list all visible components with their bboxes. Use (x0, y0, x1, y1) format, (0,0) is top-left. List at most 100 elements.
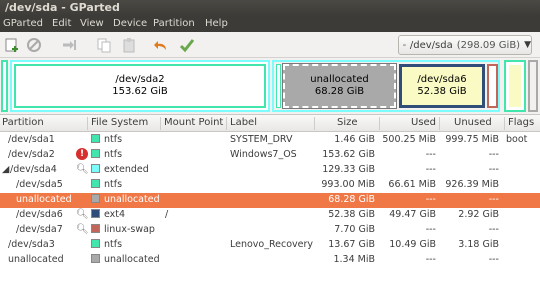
row-used: 66.61 MiB (388, 179, 436, 190)
map-sda2[interactable]: /dev/sda2 153.62 GiB (10, 60, 270, 112)
table-row[interactable]: /dev/sda3 ntfs Lenovo_Recovery 13.67 GiB 10.… (0, 238, 540, 253)
row-size: 68.28 GiB (328, 194, 375, 205)
paste-icon (123, 38, 135, 53)
search-icon: 🔍︎ (76, 209, 89, 220)
table-row[interactable]: /dev/sda6 🔍︎ ext4 / 52.38 GiB 49.47 GiB 2.92 G… (0, 208, 540, 223)
map-unalloc-name: unallocated (310, 74, 369, 85)
table-row[interactable]: unallocated unallocated 1.34 MiB --- --- (0, 253, 540, 268)
col-flags[interactable]: Flags (508, 117, 534, 128)
apply-icon (179, 39, 195, 53)
map-sda3[interactable] (504, 60, 526, 112)
row-size: 1.34 MiB (333, 254, 375, 265)
map-sda7[interactable] (487, 64, 498, 108)
fs-color-swatch (91, 179, 100, 188)
row-filesystem: ntfs (104, 134, 123, 145)
expander-icon[interactable]: ◢ (2, 164, 9, 175)
title-bar: /dev/sda - GParted (0, 0, 540, 16)
menu-gparted[interactable]: GParted (3, 18, 43, 29)
row-flags: boot (506, 134, 528, 145)
row-filesystem: extended (104, 164, 149, 175)
row-filesystem: ntfs (104, 149, 123, 160)
menu-device[interactable]: Device (113, 18, 147, 29)
col-used[interactable]: Used (411, 117, 436, 128)
fs-color-swatch (91, 239, 100, 248)
map-sda6-name: /dev/sda6 (417, 74, 467, 85)
fs-color-swatch (91, 134, 100, 143)
menu-view[interactable]: View (80, 18, 104, 29)
row-used: --- (425, 254, 436, 265)
window-title: /dev/sda - GParted (5, 1, 120, 14)
row-unused: --- (488, 224, 499, 235)
col-size[interactable]: Size (337, 117, 358, 128)
col-unused[interactable]: Unused (454, 117, 492, 128)
col-mount-point[interactable]: Mount Point (164, 117, 223, 128)
row-partition: /dev/sda7 (16, 224, 63, 235)
table-row[interactable]: /dev/sda1 ntfs SYSTEM_DRV 1.46 GiB 500.25 Mi… (0, 133, 540, 148)
row-used: 500.25 MiB (382, 134, 436, 145)
apply-button[interactable] (178, 36, 196, 54)
map-sda1[interactable] (1, 60, 8, 112)
row-label: Lenovo_Recovery (230, 239, 314, 250)
menu-help[interactable]: Help (205, 18, 228, 29)
fs-color-swatch (91, 209, 100, 218)
row-size: 7.70 GiB (334, 224, 375, 235)
row-unused: --- (488, 164, 499, 175)
map-sda6[interactable]: /dev/sda6 52.38 GiB (399, 64, 485, 108)
row-filesystem: unallocated (104, 194, 160, 205)
col-label[interactable]: Label (230, 117, 257, 128)
row-size: 13.67 GiB (328, 239, 375, 250)
col-filesystem[interactable]: File System (91, 117, 148, 128)
fs-color-swatch (91, 224, 100, 233)
undo-button[interactable] (152, 36, 170, 54)
fs-color-swatch (91, 164, 100, 173)
resize-move-button[interactable] (60, 36, 78, 54)
row-size: 52.38 GiB (328, 209, 375, 220)
table-row[interactable]: /dev/sda7 🔍︎ linux-swap 7.70 GiB --- --- (0, 223, 540, 238)
col-partition[interactable]: Partition (2, 117, 44, 128)
device-size: (298.09 GiB) (456, 39, 521, 51)
row-unused: 926.39 MiB (445, 179, 499, 190)
row-unused: 999.75 MiB (445, 134, 499, 145)
delete-partition-button[interactable] (25, 36, 43, 54)
row-used: --- (425, 164, 436, 175)
copy-button[interactable] (95, 36, 113, 54)
row-partition: /dev/sda1 (8, 134, 55, 145)
row-partition: /dev/sda3 (8, 239, 55, 250)
device-selector[interactable]: /dev/sda (298.09 GiB) ▼ (398, 35, 532, 55)
new-partition-button[interactable] (3, 36, 21, 54)
map-unallocated[interactable]: unallocated 68.28 GiB (282, 63, 397, 109)
map-sda2-size: 153.62 GiB (112, 86, 168, 97)
row-filesystem: unallocated (104, 254, 160, 265)
column-header-row: Partition File System Mount Point Label … (0, 115, 540, 132)
row-partition: /dev/sda2 (8, 149, 55, 160)
row-unused: 2.92 GiB (458, 209, 499, 220)
row-partition: /dev/sda6 (16, 209, 63, 220)
map-unallocated-tail[interactable] (528, 60, 538, 112)
row-filesystem: linux-swap (104, 224, 155, 235)
paste-button[interactable] (120, 36, 138, 54)
error-icon: ! (76, 148, 88, 160)
new-partition-icon (5, 38, 18, 52)
menu-partition[interactable]: Partition (153, 18, 195, 29)
table-row[interactable]: /dev/sda5 ntfs 993.00 MiB 66.61 MiB 926.39 M… (0, 178, 540, 193)
row-used: --- (425, 224, 436, 235)
row-partition: unallocated (8, 254, 64, 265)
menu-bar: GParted Edit View Device Partition Help (0, 16, 540, 32)
partition-list: Partition File System Mount Point Label … (0, 114, 540, 288)
delete-icon (27, 38, 41, 52)
fs-color-swatch (91, 194, 100, 203)
menu-edit[interactable]: Edit (52, 18, 71, 29)
resize-move-icon (63, 40, 76, 50)
row-filesystem: ntfs (104, 239, 123, 250)
row-size: 129.33 GiB (322, 164, 375, 175)
map-sda5[interactable] (276, 64, 281, 108)
table-row[interactable]: ◢/dev/sda4 🔍︎ extended 129.33 GiB --- --- (0, 163, 540, 178)
row-filesystem: ext4 (104, 209, 126, 220)
map-unalloc-size: 68.28 GiB (314, 86, 365, 97)
device-name: /dev/sda (409, 39, 453, 51)
table-row[interactable]: unallocated unallocated 68.28 GiB --- --- (0, 193, 540, 208)
table-row[interactable]: /dev/sda2! ntfs Windows7_OS 153.62 GiB --- --… (0, 148, 540, 163)
row-size: 153.62 GiB (322, 149, 375, 160)
partition-map: /dev/sda2 153.62 GiB unallocated 68.28 G… (0, 58, 540, 114)
fs-color-swatch (91, 149, 100, 158)
